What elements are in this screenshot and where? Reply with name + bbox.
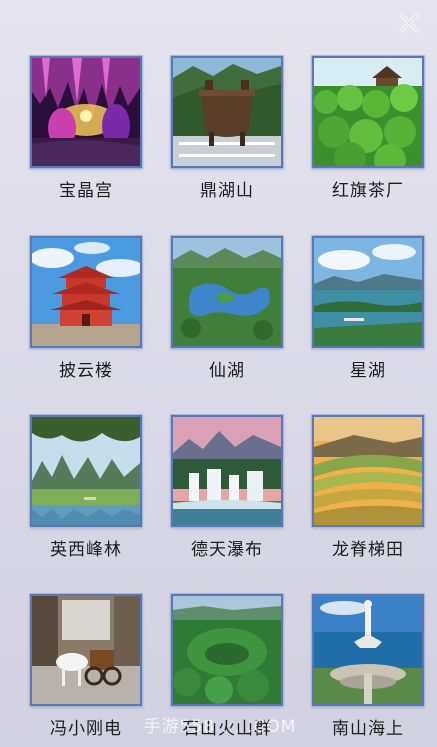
spot-tile-fengxiaogangdianying[interactable]: 冯小刚电 [30,594,142,744]
spot-thumbnail-hongqichachang [312,56,424,168]
cave-image [32,58,140,166]
karst-peaks-image [32,417,140,525]
spot-thumbnail-yingxifenglin [30,415,142,527]
sea-statue-image [314,596,422,704]
spot-tile-nanshanhaishang[interactable]: 南山海上 [312,594,424,744]
spot-label: 仙湖 [209,361,245,381]
spot-label: 德天瀑布 [191,540,263,560]
spot-label: 南山海上 [332,719,404,739]
spot-grid: 宝晶宫 鼎湖山 红旗茶厂 披云楼 仙湖 星湖 英西峰林 德天瀑布 龙脊梯田 冯小… [0,0,437,747]
spot-tile-xianhu[interactable]: 仙湖 [171,236,283,386]
spot-tile-dinghushan[interactable]: 鼎湖山 [171,56,283,206]
waterfall-image [173,417,281,525]
spot-thumbnail-fengxiaogangdianying [30,594,142,706]
tea-field-image [314,58,422,166]
spot-thumbnail-shishanhuoshanqun [171,594,283,706]
spot-tile-hongqichachang[interactable]: 红旗茶厂 [312,56,424,206]
spot-tile-longjitian[interactable]: 龙脊梯田 [312,415,424,565]
spot-thumbnail-xinghu [312,236,424,348]
spot-tile-piyunlou[interactable]: 披云楼 [30,236,142,386]
spot-tile-yingxifenglin[interactable]: 英西峰林 [30,415,142,565]
pavilion-image [32,238,140,346]
lake-image [173,238,281,346]
spot-label: 冯小刚电 [50,719,122,739]
spot-thumbnail-baojinggong [30,56,142,168]
spot-label: 鼎湖山 [200,181,254,201]
volcano-forest-image [173,596,281,704]
spot-label: 宝晶宫 [59,181,113,201]
bronze-cauldron-image [173,58,281,166]
spot-tile-baojinggong[interactable]: 宝晶宫 [30,56,142,206]
rice-terraces-image [314,417,422,525]
spot-tile-detianpubu[interactable]: 德天瀑布 [171,415,283,565]
spot-label: 红旗茶厂 [332,181,404,201]
spot-tile-shishanhuoshanqun[interactable]: 石山火山群 [171,594,283,744]
spot-label: 石山火山群 [182,719,272,739]
spot-thumbnail-dinghushan [171,56,283,168]
spot-label: 英西峰林 [50,540,122,560]
spot-label: 披云楼 [59,361,113,381]
spot-thumbnail-detianpubu [171,415,283,527]
spot-thumbnail-longjitian [312,415,424,527]
spot-thumbnail-nanshanhaishang [312,594,424,706]
film-street-image [32,596,140,704]
spot-thumbnail-piyunlou [30,236,142,348]
lake-scenery-image [314,238,422,346]
spot-label: 星湖 [350,361,386,381]
spot-label: 龙脊梯田 [332,540,404,560]
spot-tile-xinghu[interactable]: 星湖 [312,236,424,386]
spot-thumbnail-xianhu [171,236,283,348]
